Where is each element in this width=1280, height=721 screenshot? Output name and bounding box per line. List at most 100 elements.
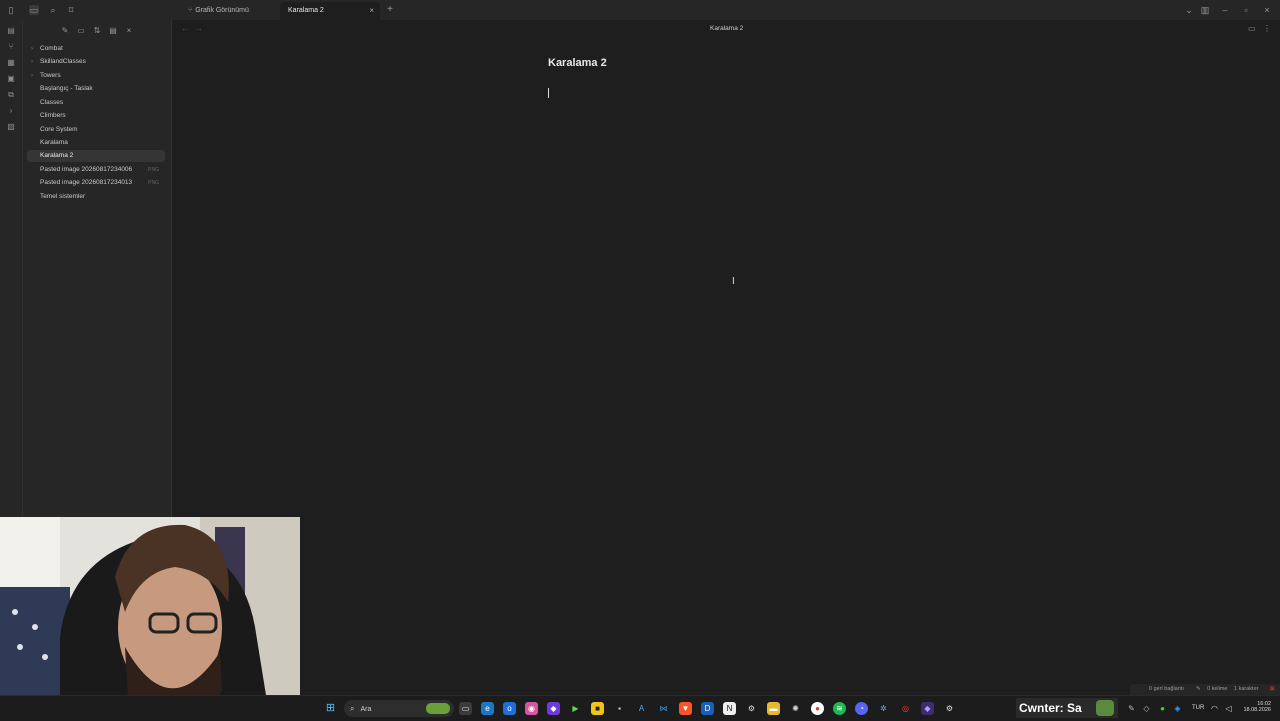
app-icon[interactable]: ◆: [547, 702, 560, 715]
title-bar: ▯ ▭ ⌕ ⌑ ⑂ Grafik Görünümü Karalama 2 × + …: [0, 0, 1280, 20]
taskbar-search[interactable]: ⌕ Ara: [344, 700, 454, 717]
open-quick-switcher-icon[interactable]: ▤: [6, 26, 16, 36]
minimize-icon[interactable]: –: [1220, 5, 1230, 15]
new-tab-icon[interactable]: +: [385, 5, 395, 15]
forward-arrow-icon[interactable]: →: [195, 24, 203, 33]
windows-start-icon[interactable]: ⊞: [324, 702, 337, 715]
split-view-icon[interactable]: ▥: [1200, 5, 1210, 15]
reading-view-icon[interactable]: ▭: [1248, 24, 1256, 33]
task-view-icon[interactable]: ▭: [459, 702, 472, 715]
copilot-icon[interactable]: ◉: [525, 702, 538, 715]
webcam-image: [0, 517, 300, 720]
more-options-icon[interactable]: ⋮: [1263, 24, 1271, 33]
language-indicator[interactable]: TUR: [1192, 705, 1204, 711]
plugins-icon[interactable]: ▨: [6, 122, 16, 132]
file-item[interactable]: Pasted image 20260817234013 PNG: [27, 177, 165, 189]
file-item[interactable]: Temel sistemler: [27, 191, 165, 203]
char-count: 1 karakter: [1234, 686, 1259, 692]
folder-item[interactable]: › Towers: [27, 70, 165, 82]
chrome-icon[interactable]: ●: [811, 702, 824, 715]
graph-view-icon[interactable]: ⑂: [6, 42, 16, 52]
bookmark-icon[interactable]: ⌑: [66, 5, 76, 15]
record-icon[interactable]: ◎: [899, 702, 912, 715]
file-item[interactable]: Başlangıç - Taslak: [27, 83, 165, 95]
editor-pane: ← → Karalama 2 ▭ ⋮ Karalama 2 I: [172, 20, 1280, 695]
spotify-icon[interactable]: ≋: [833, 702, 846, 715]
new-folder-icon[interactable]: ▭: [76, 26, 86, 36]
frog-emote-icon: [1096, 700, 1114, 716]
close-tab-icon[interactable]: ×: [369, 2, 374, 20]
folder-item[interactable]: › SkillandClasses: [27, 56, 165, 68]
file-item[interactable]: Karalama: [27, 137, 165, 149]
view-header: ← → Karalama 2 ▭ ⋮: [172, 20, 1280, 38]
status-bar: 0 geri bağlantı ✎ 0 kelime 1 karakter ⊠: [1130, 684, 1280, 695]
calendar-icon[interactable]: ▣: [6, 74, 16, 84]
file-explorer-icon[interactable]: ▬: [767, 702, 780, 715]
notion-icon[interactable]: N: [723, 702, 736, 715]
close-window-icon[interactable]: ×: [1262, 5, 1272, 15]
maximize-icon[interactable]: ▫: [1241, 5, 1251, 15]
tray-network-icon[interactable]: ◈: [1171, 702, 1184, 715]
font-app-icon[interactable]: A: [635, 702, 648, 715]
file-item-active[interactable]: Karalama 2: [27, 150, 165, 162]
word-count: 0 kelime: [1207, 686, 1228, 692]
command-palette-icon[interactable]: ›: [6, 106, 16, 116]
steam-icon[interactable]: ⚙: [745, 702, 758, 715]
sidebar-toggle-icon[interactable]: ▯: [6, 5, 16, 15]
files-icon[interactable]: ▭: [29, 5, 39, 15]
templates-icon[interactable]: ⧉: [6, 90, 16, 100]
file-item[interactable]: Classes: [27, 97, 165, 109]
chevron-right-icon: ›: [31, 73, 33, 79]
view-header-title[interactable]: Karalama 2: [710, 25, 743, 32]
back-arrow-icon[interactable]: ←: [181, 24, 189, 33]
brave-browser-icon[interactable]: ▼: [679, 702, 692, 715]
collapse-all-icon[interactable]: ▤: [108, 26, 118, 36]
settings-gear-icon[interactable]: ⚙: [943, 702, 956, 715]
stream-overlay: Cwnter: Sa: [1016, 698, 1118, 718]
wifi-icon[interactable]: ◠: [1208, 702, 1221, 715]
obsidian-icon[interactable]: ◆: [921, 702, 934, 715]
pen-icon[interactable]: ✎: [1125, 702, 1138, 715]
search-highlight-image: [426, 703, 450, 714]
folder-item[interactable]: › Combat: [27, 43, 165, 55]
app-settings-icon[interactable]: ✲: [877, 702, 890, 715]
edge-browser-icon[interactable]: e: [481, 702, 494, 715]
edit-mode-icon[interactable]: ✎: [1196, 684, 1201, 695]
backlinks-count[interactable]: 0 geri bağlantı: [1149, 684, 1184, 695]
file-item[interactable]: Core System: [27, 124, 165, 136]
chevron-right-icon: ›: [31, 59, 33, 65]
webcam-overlay: [0, 517, 300, 720]
clock[interactable]: 16:02 18.08.2026: [1240, 701, 1271, 713]
chevron-down-icon[interactable]: ⌄: [1184, 5, 1194, 15]
chatgpt-icon[interactable]: ✺: [789, 702, 802, 715]
sticky-notes-icon[interactable]: ■: [591, 702, 604, 715]
new-note-icon[interactable]: ✎: [60, 26, 70, 36]
file-item[interactable]: Climbers: [27, 110, 165, 122]
file-item[interactable]: Pasted image 20260817234006 PNG: [27, 164, 165, 176]
mouse-cursor-icon: I: [732, 276, 735, 287]
sync-status-icon[interactable]: ⊠: [1270, 684, 1275, 695]
terminal-icon[interactable]: ▪: [613, 702, 626, 715]
search-icon: ⌕: [350, 704, 355, 713]
vscode-icon[interactable]: ⋈: [657, 702, 670, 715]
discord-icon[interactable]: ◔: [855, 702, 868, 715]
search-icon[interactable]: ⌕: [48, 5, 58, 15]
tab-karalama-2[interactable]: Karalama 2 ×: [280, 2, 380, 20]
taskbar: ⊞ ⌕ Ara ▭ e o ◉ ◆ ▶ ■ ▪ A ⋈ ▼ D N ⚙ ▬ ✺ …: [0, 695, 1280, 721]
graph-icon: ⑂: [188, 7, 193, 14]
note-body[interactable]: [548, 86, 908, 100]
chevron-right-icon: ›: [31, 46, 33, 52]
close-icon[interactable]: ×: [124, 26, 134, 36]
tray-status-icon[interactable]: ●: [1156, 702, 1169, 715]
app-d-icon[interactable]: D: [701, 702, 714, 715]
file-extension-badge: PNG: [148, 180, 159, 186]
tray-app-icon[interactable]: ◇: [1140, 702, 1153, 715]
volume-icon[interactable]: ◁: [1222, 702, 1235, 715]
sort-icon[interactable]: ⇅: [92, 26, 102, 36]
tab-graph-view[interactable]: ⑂ Grafik Görünümü: [180, 2, 280, 20]
play-icon[interactable]: ▶: [569, 702, 582, 715]
canvas-icon[interactable]: ▦: [6, 58, 16, 68]
note-title[interactable]: Karalama 2: [548, 57, 607, 69]
file-extension-badge: PNG: [148, 167, 159, 173]
outlook-icon[interactable]: o: [503, 702, 516, 715]
